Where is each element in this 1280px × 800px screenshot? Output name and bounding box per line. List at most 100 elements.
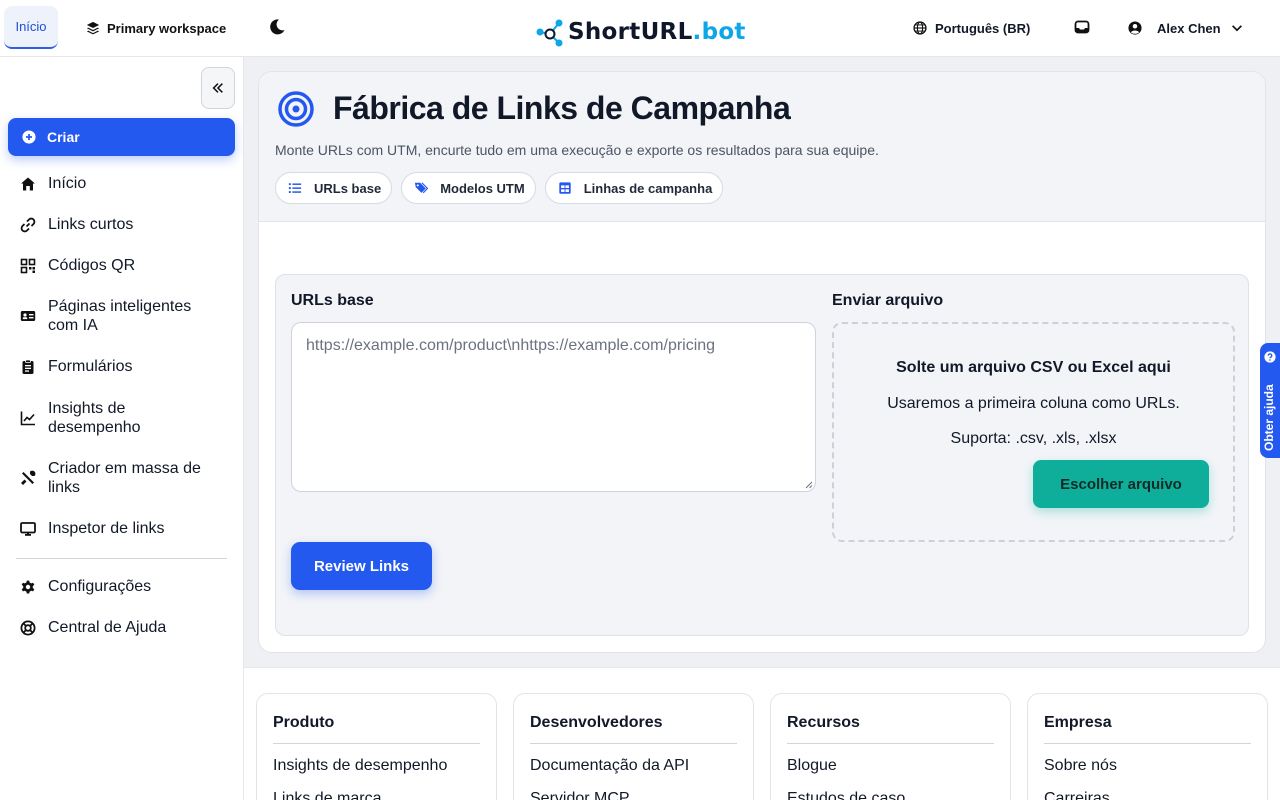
inbox-icon[interactable] [1074, 19, 1090, 35]
bullseye-icon [278, 91, 314, 127]
card-header: Fábrica de Links de Campanha Monte URLs … [259, 72, 1265, 222]
main-content: Fábrica de Links de Campanha Monte URLs … [244, 57, 1280, 667]
footer-column-recursos: Recursos Blogue Estudos de caso [770, 693, 1011, 800]
top-bar: Início Primary workspace ShortURL.bot Po… [0, 0, 1280, 57]
footer-link[interactable]: Links de marca [273, 790, 382, 800]
sidebar-item-configuracoes[interactable]: Configurações [20, 577, 151, 596]
brand-logo[interactable]: ShortURL.bot [536, 16, 746, 48]
moon-icon[interactable] [268, 18, 286, 36]
upload-label: Enviar arquivo [832, 292, 944, 309]
home-icon [21, 177, 35, 190]
brand-name: ShortURL.bot [568, 19, 746, 45]
resize-handle-icon[interactable] [805, 481, 813, 489]
create-label: Criar [47, 129, 80, 145]
sidebar: Criar Início Links curtos Códigos QR Pág… [0, 57, 244, 800]
footer-link[interactable]: Servidor MCP [530, 790, 630, 800]
pill-modelos-utm[interactable]: Modelos UTM [401, 172, 536, 204]
sidebar-item-codigos-qr[interactable]: Códigos QR [20, 256, 135, 275]
tab-home-label: Início [15, 19, 47, 34]
share-nodes-icon [536, 19, 563, 47]
brand-name-main: ShortURL [568, 19, 693, 45]
sidebar-item-paginas-ia[interactable]: Páginas inteligentes com IA [20, 297, 220, 335]
dropzone-formats: Suporta: .csv, .xls, .xlsx [950, 430, 1117, 447]
user-circle-icon [1128, 21, 1142, 35]
choose-file-button[interactable]: Escolher arquivo [1033, 460, 1209, 508]
base-urls-placeholder: https://example.com/product\nhttps://exa… [306, 337, 716, 354]
footer-link[interactable]: Blogue [787, 757, 837, 775]
campaign-factory-card: Fábrica de Links de Campanha Monte URLs … [258, 71, 1266, 653]
footer-column-title: Desenvolvedores [530, 714, 663, 731]
sidebar-divider [16, 558, 227, 559]
pill-label: Modelos UTM [440, 180, 525, 196]
file-dropzone[interactable]: Solte um arquivo CSV ou Excel aqui Usare… [832, 322, 1235, 542]
globe-icon [913, 21, 927, 35]
sidebar-item-inspetor[interactable]: Inspetor de links [20, 519, 165, 538]
pill-label: Linhas de campanha [583, 180, 713, 196]
sidebar-item-formularios[interactable]: Formulários [20, 357, 132, 376]
brand-name-suffix: .bot [692, 19, 746, 45]
user-name: Alex Chen [1157, 20, 1221, 36]
sidebar-item-label: Início [48, 175, 87, 192]
sidebar-item-label: Páginas inteligentes com IA [48, 298, 192, 334]
help-tab-label: Obter ajuda [1262, 384, 1276, 451]
tab-home[interactable]: Início [4, 6, 58, 49]
footer-column-produto: Produto Insights de desempenho Links de … [256, 693, 497, 800]
footer-link[interactable]: Documentação da API [530, 757, 689, 775]
page-subtitle: Monte URLs com UTM, encurte tudo em uma … [275, 142, 879, 158]
sidebar-item-criador-massa[interactable]: Criador em massa de links [20, 459, 220, 497]
sidebar-item-inicio[interactable]: Início [20, 174, 86, 193]
workspace-label: Primary workspace [107, 20, 227, 36]
footer-divider [1044, 743, 1251, 744]
list-icon [288, 183, 302, 193]
footer-column-title: Empresa [1044, 714, 1112, 731]
chevron-down-icon [1231, 25, 1242, 32]
workspace-switcher[interactable]: Primary workspace [86, 18, 226, 38]
footer-divider [273, 743, 480, 744]
gear-icon [21, 580, 35, 593]
clipboard-icon [22, 359, 34, 374]
chart-line-icon [20, 411, 35, 426]
table-icon [559, 182, 571, 194]
footer-column-title: Recursos [787, 714, 860, 731]
footer-link[interactable]: Sobre nós [1044, 757, 1117, 775]
layers-icon [86, 21, 100, 35]
footer-column-empresa: Empresa Sobre nós Carreiras [1027, 693, 1268, 800]
page-title: Fábrica de Links de Campanha [333, 90, 791, 126]
monitor-icon [20, 521, 36, 536]
pill-label: URLs base [314, 180, 382, 196]
footer-link[interactable]: Insights de desempenho [273, 757, 447, 775]
sidebar-item-central-ajuda[interactable]: Central de Ajuda [20, 618, 166, 637]
chevrons-left-icon [212, 83, 223, 93]
base-urls-textarea[interactable]: https://example.com/product\nhttps://exa… [291, 322, 816, 492]
footer-link[interactable]: Carreiras [1044, 790, 1110, 800]
user-menu[interactable]: Alex Chen [1128, 18, 1244, 38]
sidebar-item-label: Insights de desempenho [48, 400, 141, 436]
footer-column-desenvolvedores: Desenvolvedores Documentação da API Serv… [513, 693, 754, 800]
collapse-sidebar-button[interactable] [201, 67, 235, 109]
base-urls-label: URLs base [291, 292, 374, 309]
base-urls-panel: URLs base https://example.com/product\nh… [275, 274, 1249, 636]
section-pills: URLs base Modelos UTM Linhas de campanha [275, 172, 724, 204]
tools-icon [21, 470, 36, 485]
create-button[interactable]: Criar [8, 118, 235, 156]
plus-circle-icon [22, 130, 36, 144]
footer-divider [530, 743, 737, 744]
sidebar-item-label: Códigos QR [48, 257, 136, 274]
dropzone-hint: Usaremos a primeira coluna como URLs. [887, 395, 1180, 412]
link-icon [20, 217, 36, 232]
pill-linhas-campanha[interactable]: Linhas de campanha [544, 172, 724, 204]
footer-column-title: Produto [273, 714, 335, 731]
id-card-icon [20, 311, 36, 321]
footer-link[interactable]: Estudos de caso [787, 790, 905, 800]
pill-urls-base[interactable]: URLs base [275, 172, 393, 204]
review-links-button[interactable]: Review Links [291, 542, 432, 590]
sidebar-item-label: Inspetor de links [48, 520, 165, 537]
sidebar-item-insights[interactable]: Insights de desempenho [20, 399, 210, 437]
help-tab[interactable]: Obter ajuda [1260, 343, 1280, 458]
dropzone-title: Solte um arquivo CSV ou Excel aqui [896, 359, 1171, 376]
question-circle-icon [1264, 351, 1276, 363]
sidebar-item-label: Central de Ajuda [48, 619, 167, 636]
sidebar-item-label: Links curtos [48, 216, 134, 233]
sidebar-item-links-curtos[interactable]: Links curtos [20, 215, 133, 234]
language-selector[interactable]: Português (BR) [913, 18, 1030, 38]
